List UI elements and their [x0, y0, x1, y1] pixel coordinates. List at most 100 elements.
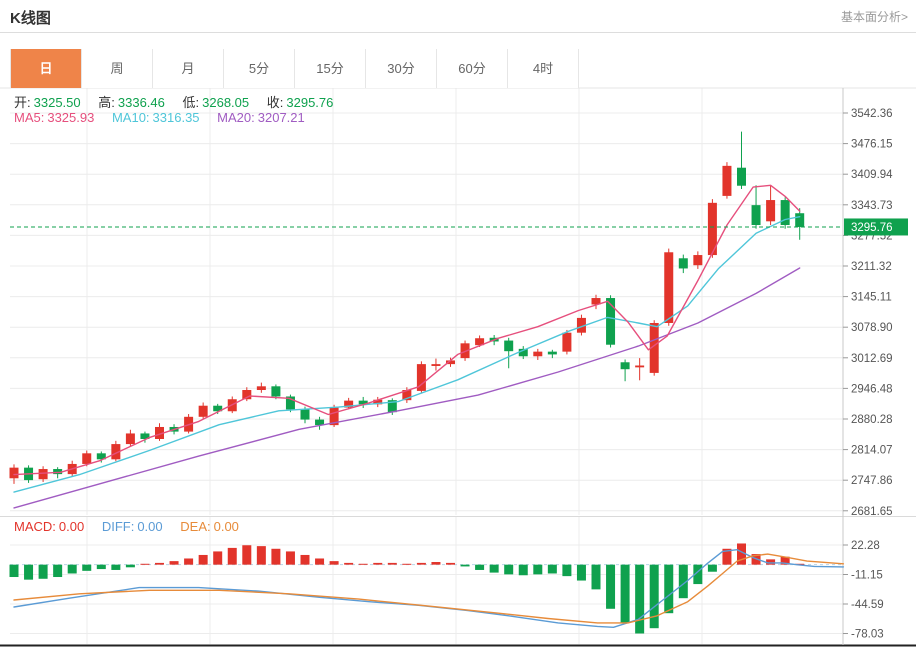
macd-bar [431, 562, 441, 565]
ma10-label: MA10: [111, 110, 150, 125]
tab-15分[interactable]: 15分 [295, 49, 366, 88]
tab-日[interactable]: 日 [11, 49, 82, 88]
macd-bar [446, 562, 455, 565]
macd-bar [475, 564, 485, 570]
y-axis-label: 3409.94 [851, 169, 893, 181]
candle-up [125, 433, 135, 445]
ma5-value: 3325.93 [47, 110, 95, 125]
y-axis-label: 22.28 [851, 540, 880, 552]
candle-up [431, 364, 441, 366]
candle-down [678, 258, 688, 269]
macd-bar [358, 563, 368, 565]
fundamental-analysis-link[interactable]: 基本面分析> [841, 8, 908, 25]
open-label: 开: [14, 95, 31, 110]
candle-down [620, 362, 630, 370]
macd-readout: MACD: 0.00 DIFF: 0.00 DEA: 0.00 [14, 519, 253, 534]
tab-4时[interactable]: 4时 [508, 49, 579, 88]
low-value: 3268.05 [202, 95, 250, 110]
macd-bar [140, 563, 150, 565]
macd-bar [300, 554, 310, 565]
macd-bar [329, 561, 339, 565]
macd-bar [213, 551, 223, 565]
macd-bar [9, 564, 19, 578]
macd-bar [125, 564, 135, 568]
macd-bar [242, 545, 252, 565]
ma10-line [13, 216, 801, 493]
y-axis-label: 3343.73 [851, 200, 893, 212]
candle-up [256, 386, 266, 391]
macd-bar [227, 547, 237, 565]
macd-label: MACD: [14, 519, 56, 534]
macd-bar [344, 562, 354, 565]
macd-bar [562, 564, 572, 577]
candle-down [795, 213, 805, 227]
high-value: 3336.46 [117, 95, 165, 110]
y-axis-label: 3211.32 [851, 261, 892, 273]
candle-up [766, 200, 776, 222]
y-axis-label: 3476.15 [851, 139, 893, 151]
macd-bar [402, 563, 412, 565]
macd-bar [489, 564, 499, 573]
macd-bar [82, 564, 92, 571]
current-price-badge-text: 3295.76 [851, 222, 893, 234]
ma20-value: 3207.21 [257, 110, 305, 125]
macd-bar [416, 562, 426, 565]
page-title: K线图 [10, 10, 51, 27]
y-axis-label: 2681.65 [851, 506, 893, 518]
macd-bar [38, 564, 48, 579]
tab-30分[interactable]: 30分 [366, 49, 437, 88]
close-value: 3295.76 [286, 95, 334, 110]
candle-up [562, 332, 572, 352]
macd-bar [547, 564, 557, 574]
candle-up [9, 467, 19, 479]
dea-value: 0.00 [213, 519, 239, 534]
ma20-label: MA20: [217, 110, 255, 125]
candle-up [533, 351, 543, 357]
tab-月[interactable]: 月 [153, 49, 224, 88]
candle-up [693, 255, 703, 266]
macd-bar [649, 564, 659, 629]
y-axis-labels: 3542.363476.153409.943343.733277.523211.… [843, 108, 893, 641]
diff-line [13, 549, 845, 628]
y-axis-label: 2880.28 [851, 414, 893, 426]
tab-5分[interactable]: 5分 [224, 49, 295, 88]
macd-bar [387, 562, 397, 565]
y-axis-label: 3012.69 [851, 353, 893, 365]
y-axis-label: 3078.90 [851, 322, 893, 334]
macd-bar [67, 564, 77, 574]
low-label: 低: [182, 95, 200, 110]
candle-up [664, 252, 674, 323]
macd-bar [184, 558, 194, 565]
macd-bar [256, 546, 266, 565]
candle-down [300, 409, 310, 420]
macd-bar [620, 564, 630, 623]
macd-bar [24, 564, 34, 580]
macd-bar [460, 564, 470, 567]
macd-bar [606, 564, 616, 609]
macd-value: 0.00 [58, 519, 85, 534]
interval-tabs: 日周月 5分 15分 30分 60分 4时 [10, 49, 579, 88]
macd-bar [373, 562, 383, 565]
y-axis-label: 2747.86 [851, 475, 893, 487]
candle-up [38, 469, 48, 480]
macd-bar [576, 564, 586, 581]
y-axis-label: 2814.07 [851, 445, 893, 457]
ma10-value: 3316.35 [152, 110, 200, 125]
y-axis-label: -78.03 [851, 629, 884, 641]
ma5-label: MA5: [14, 110, 45, 125]
tab-周[interactable]: 周 [82, 49, 153, 88]
macd-bar [518, 564, 528, 576]
tab-60分[interactable]: 60分 [437, 49, 508, 88]
candle-down [271, 386, 281, 397]
header-divider [0, 32, 916, 33]
macd-bar [198, 554, 208, 565]
close-label: 收: [266, 95, 284, 110]
y-axis-label: 3542.36 [851, 108, 893, 120]
diff-value: 0.00 [137, 519, 163, 534]
y-axis-label: -11.15 [851, 570, 883, 582]
candle-down [547, 351, 557, 355]
macd-bar [53, 564, 63, 578]
macd-bar [285, 551, 295, 565]
y-axis-label: 3145.11 [851, 292, 892, 304]
macd-bar [533, 564, 543, 575]
